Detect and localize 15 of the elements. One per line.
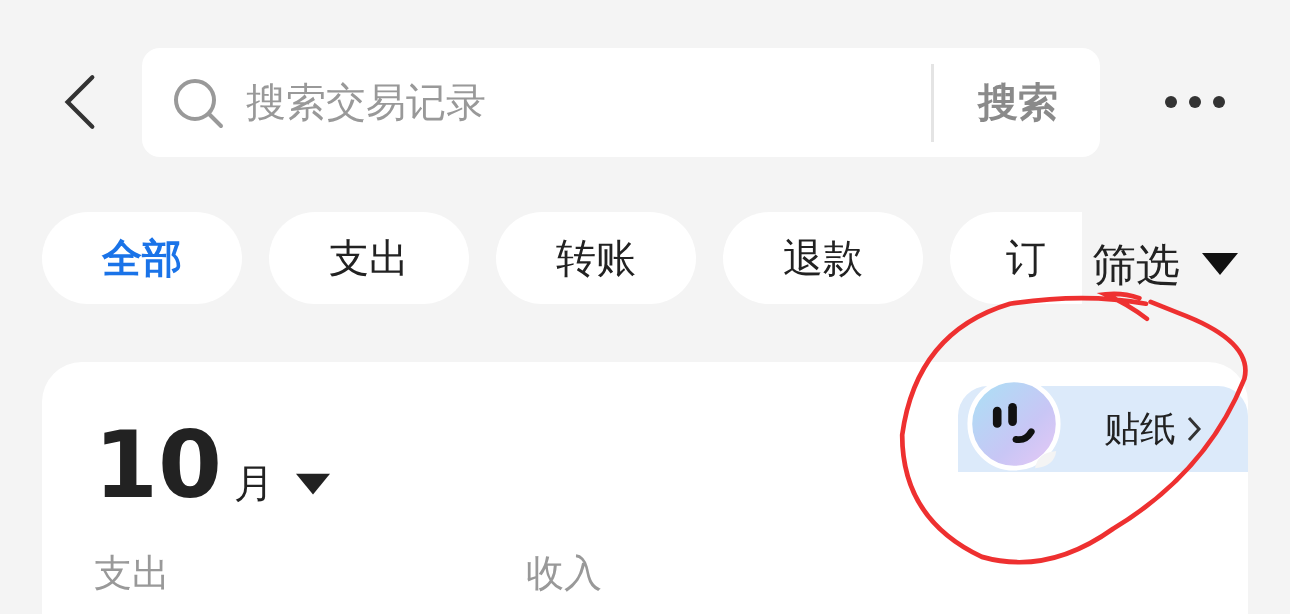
more-icon[interactable] xyxy=(1164,95,1226,109)
filter-tab[interactable]: 订 xyxy=(950,212,1082,304)
stat-label: 支出 xyxy=(94,550,171,597)
month-unit: 月 xyxy=(234,459,275,508)
filter-tab[interactable]: 转账 xyxy=(496,212,696,304)
month-number: 10 xyxy=(94,420,223,512)
filter-dropdown[interactable]: 筛选 xyxy=(1082,235,1238,295)
caret-icon xyxy=(1202,253,1238,277)
filter-tab[interactable]: 全部 xyxy=(42,212,242,304)
chevron-right-icon xyxy=(1186,415,1202,443)
search-icon xyxy=(172,76,224,129)
caret-icon[interactable] xyxy=(296,473,331,497)
filter-tab[interactable]: 退款 xyxy=(723,212,923,304)
filter-tab[interactable]: 支出 xyxy=(269,212,469,304)
stat-label: 收入 xyxy=(526,550,603,597)
